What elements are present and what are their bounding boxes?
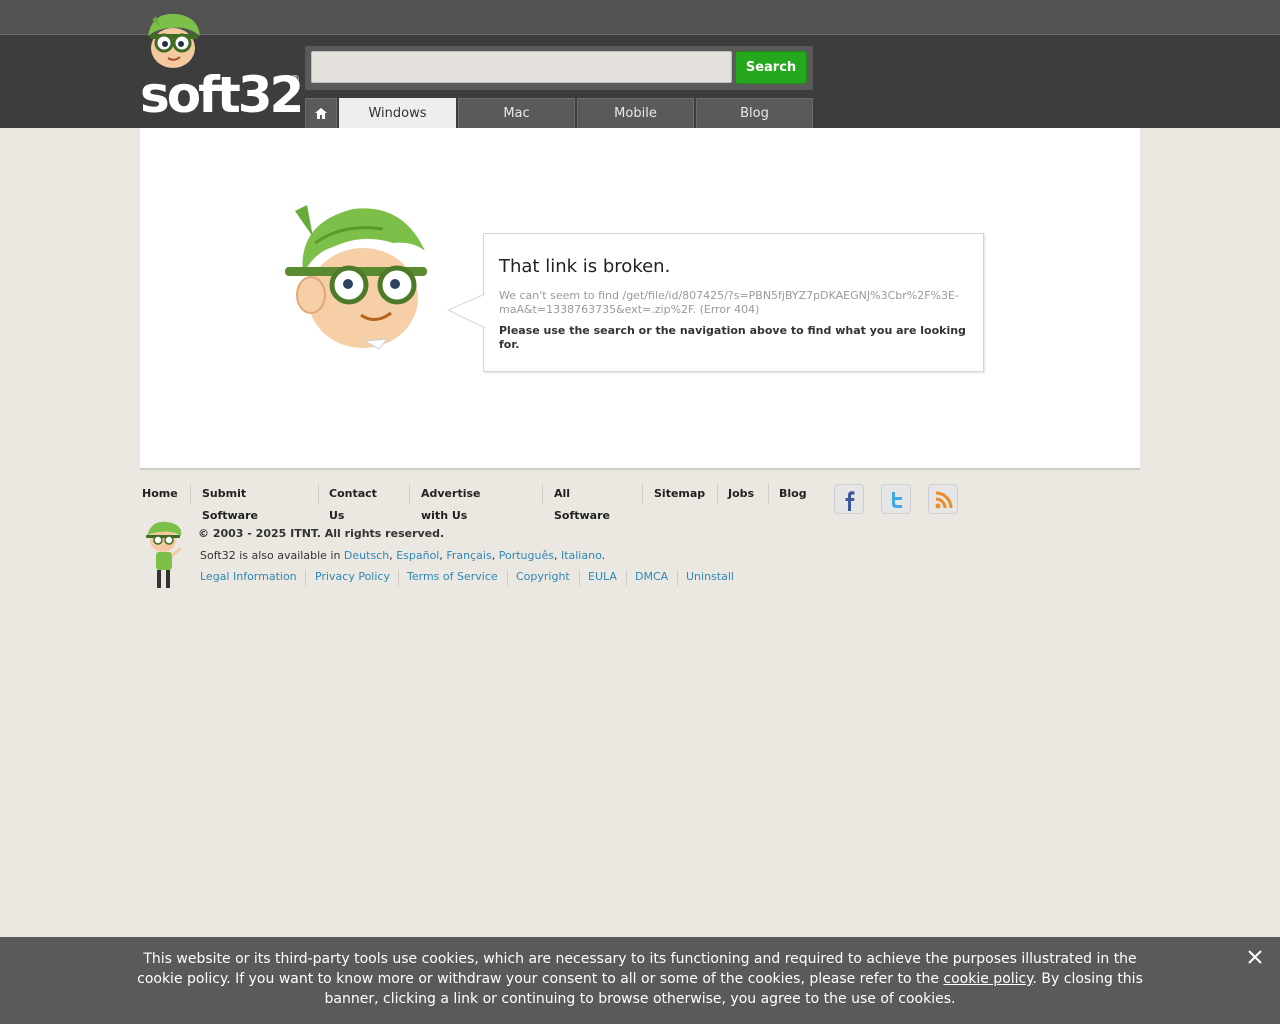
close-icon[interactable]	[1245, 947, 1265, 967]
footer-link-jobs[interactable]: Jobs	[728, 483, 754, 505]
language-links: Soft32 is also available in Deutsch, Esp…	[200, 549, 606, 562]
error-hint: Please use the search or the navigation …	[499, 324, 966, 351]
footer-divider	[542, 484, 543, 504]
tab-mobile[interactable]: Mobile	[577, 98, 694, 128]
legal-link-legal-information[interactable]: Legal Information	[200, 570, 297, 583]
footer-link-contact-us[interactable]: Contact Us	[329, 483, 377, 522]
footer-divider	[318, 484, 319, 504]
legal-link-uninstall[interactable]: Uninstall	[686, 570, 734, 583]
lang-link-portugues[interactable]: Português	[499, 549, 554, 562]
mascot-logo-icon	[148, 13, 200, 68]
error-message-box: That link is broken. We can't seem to fi…	[446, 233, 984, 372]
footer-divider	[409, 484, 410, 504]
logo-wordmark: soft32	[140, 66, 304, 124]
speech-pointer	[446, 294, 486, 328]
footer-link-sitemap[interactable]: Sitemap	[654, 483, 705, 505]
tab-windows[interactable]: Windows	[339, 98, 456, 128]
main-content: That link is broken. We can't seem to fi…	[140, 128, 1140, 470]
search-input[interactable]	[311, 51, 732, 83]
tab-blog[interactable]: Blog	[696, 98, 813, 128]
lang-link-italiano[interactable]: Italiano	[561, 549, 602, 562]
cookie-policy-link[interactable]: cookie policy	[943, 971, 1032, 987]
copyright-text: © 2003 - 2025 ITNT. All rights reserved.	[198, 527, 445, 540]
legal-divider	[507, 570, 508, 586]
legal-divider	[626, 570, 627, 586]
tab-mac[interactable]: Mac	[458, 98, 575, 128]
site-logo[interactable]: soft32 ®	[140, 10, 304, 124]
legal-divider	[677, 570, 678, 586]
footer-link-all-software[interactable]: All Software	[554, 483, 610, 522]
twitter-icon	[892, 492, 902, 508]
footer-link-submit-software[interactable]: Submit Software	[202, 483, 258, 522]
legal-link-privacy-policy[interactable]: Privacy Policy	[315, 570, 390, 583]
lang-link-deutsch[interactable]: Deutsch	[344, 549, 389, 562]
legal-link-dmca[interactable]: DMCA	[635, 570, 668, 583]
footer-divider	[768, 484, 769, 504]
legal-link-copyright[interactable]: Copyright	[516, 570, 570, 583]
footer-divider	[190, 484, 191, 504]
error-title: That link is broken.	[499, 256, 671, 277]
search-form: Search	[305, 46, 813, 90]
tab-home[interactable]	[305, 98, 337, 128]
legal-link-terms-of-service[interactable]: Terms of Service	[407, 570, 498, 583]
facebook-button[interactable]	[834, 484, 864, 514]
rss-icon	[935, 491, 953, 509]
lang-link-espanol[interactable]: Español	[396, 549, 439, 562]
error-detail: We can't seem to find /get/file/id/80742…	[499, 289, 959, 316]
footer-link-blog[interactable]: Blog	[779, 483, 807, 505]
lang-link-francais[interactable]: Français	[446, 549, 491, 562]
home-icon	[315, 108, 327, 119]
footer-link-home[interactable]: Home	[142, 483, 178, 505]
cookie-text: This website or its third-party tools us…	[130, 949, 1150, 1009]
footer-link-advertise[interactable]: Advertise with Us	[421, 483, 480, 522]
footer-divider	[717, 484, 718, 504]
twitter-button[interactable]	[881, 484, 911, 514]
mascot-face-illustration	[285, 205, 427, 350]
cookie-banner: This website or its third-party tools us…	[0, 937, 1280, 1024]
legal-divider	[398, 570, 399, 586]
mascot-small-icon	[146, 521, 182, 588]
legal-divider	[305, 570, 306, 586]
registered-mark: ®	[290, 74, 300, 85]
legal-link-eula[interactable]: EULA	[588, 570, 617, 583]
facebook-icon	[845, 491, 855, 511]
languages-label: Soft32 is also available in	[200, 549, 341, 562]
rss-button[interactable]	[928, 484, 958, 514]
legal-divider	[579, 570, 580, 586]
footer-divider	[642, 484, 643, 504]
search-button[interactable]: Search	[735, 51, 807, 84]
